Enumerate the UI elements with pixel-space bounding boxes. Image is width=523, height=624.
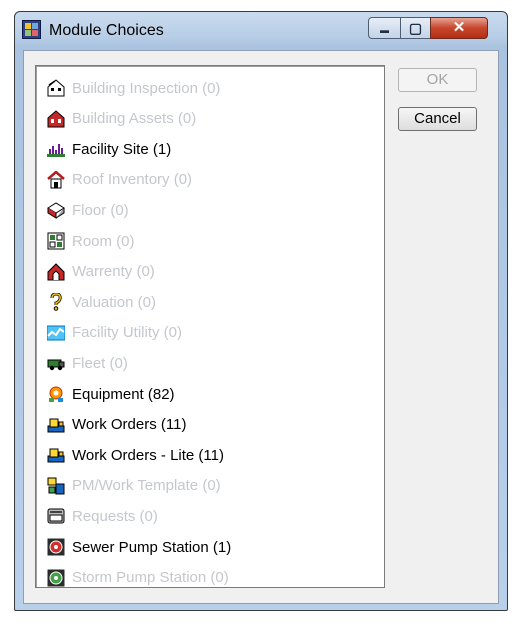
close-icon: ✕ (452, 19, 466, 36)
list-item-label: Building Inspection (0) (72, 79, 221, 97)
list-item: Floor (0) (47, 198, 129, 222)
list-item[interactable]: Facility Site (1) (47, 137, 171, 161)
list-item-label: Room (0) (72, 232, 135, 250)
list-item-label: Equipment (82) (72, 385, 175, 403)
module-choices-dialog: Module Choices ▬ ▢ ✕ Building Inspection… (14, 11, 508, 611)
list-item-label: Facility Site (1) (72, 140, 172, 158)
list-item: Building Assets (0) (47, 107, 196, 131)
list-item: Storm Pump Station (0) (47, 566, 229, 590)
module-list[interactable]: Building Inspection (0) Building Assets (… (35, 65, 385, 588)
list-item[interactable]: Work Orders (11) (47, 413, 186, 437)
title-bar[interactable]: Module Choices ▬ ▢ ✕ (15, 12, 507, 50)
ok-button[interactable]: OK (398, 68, 477, 92)
list-item: Requests (0) (47, 504, 158, 528)
list-item: Warrenty (0) (47, 260, 155, 284)
roof-inventory-icon (47, 170, 65, 189)
building-inspection-icon (47, 79, 65, 97)
work-orders-lite-icon (47, 446, 65, 464)
list-item: Room (0) (47, 229, 135, 253)
minimize-icon: ▬ (380, 25, 389, 35)
floor-icon (47, 201, 65, 220)
maximize-icon: ▢ (408, 20, 423, 36)
facility-utility-icon (46, 324, 66, 342)
list-item-label: Work Orders (11) (72, 416, 187, 434)
work-orders-icon (47, 416, 65, 434)
list-item-label: Facility Utility (0) (72, 324, 183, 342)
room-icon (47, 232, 65, 250)
list-item-label: Storm Pump Station (0) (72, 569, 229, 587)
list-item[interactable]: Equipment (82) (47, 382, 175, 406)
list-item-label: Building Assets (0) (72, 110, 197, 128)
list-item-label: Fleet (0) (72, 354, 128, 372)
list-item: Fleet (0) (47, 351, 128, 375)
valuation-icon (47, 292, 65, 311)
list-item-label: Sewer Pump Station (1) (72, 538, 232, 556)
fleet-icon (47, 354, 65, 372)
dialog-body: Building Inspection (0) Building Assets (… (23, 50, 499, 604)
list-item[interactable]: Sewer Pump Station (1) (47, 535, 231, 559)
sewer-pump-station-icon (47, 538, 65, 556)
minimize-button[interactable]: ▬ (368, 17, 401, 39)
pm-work-template-icon (47, 477, 65, 495)
list-item-label: Work Orders - Lite (11) (72, 446, 224, 464)
list-item-label: Roof Inventory (0) (72, 171, 193, 189)
app-icon (22, 20, 41, 39)
list-item-label: PM/Work Template (0) (72, 477, 221, 495)
close-button[interactable]: ✕ (430, 17, 488, 39)
list-item: PM/Work Template (0) (47, 474, 221, 498)
list-item: Building Inspection (0) (47, 76, 220, 100)
list-item-label: Floor (0) (72, 201, 129, 219)
warranty-icon (47, 262, 65, 281)
list-item-label: Requests (0) (72, 507, 158, 525)
list-item[interactable]: Work Orders - Lite (11) (47, 443, 224, 467)
building-assets-icon (47, 109, 65, 128)
cancel-button[interactable]: Cancel (398, 107, 477, 131)
window-title: Module Choices (49, 22, 164, 39)
requests-icon (47, 507, 65, 525)
list-item: Roof Inventory (0) (47, 168, 192, 192)
storm-pump-station-icon (47, 569, 65, 587)
list-item: Facility Utility (0) (46, 321, 183, 345)
list-item-label: Warrenty (0) (72, 263, 155, 281)
equipment-icon (47, 385, 65, 403)
maximize-button[interactable]: ▢ (400, 17, 431, 39)
facility-site-icon (47, 140, 65, 158)
list-item: Valuation (0) (47, 290, 156, 314)
list-item-label: Valuation (0) (72, 293, 156, 311)
